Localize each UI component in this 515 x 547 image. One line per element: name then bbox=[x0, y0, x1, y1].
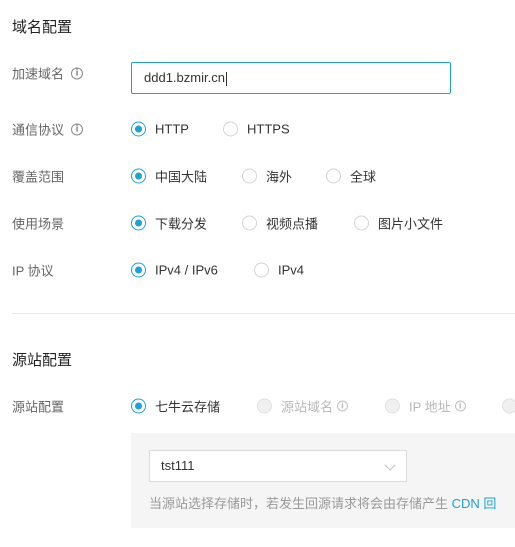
radio-unchecked-icon bbox=[223, 121, 238, 137]
radio-disabled-icon bbox=[257, 398, 272, 414]
storage-hint: 当源站选择存储时，若发生回源请求将会由存储产生 CDN 回 bbox=[149, 496, 497, 511]
radio-unchecked-icon bbox=[254, 262, 269, 278]
radio-unchecked-icon bbox=[242, 168, 257, 184]
radio-checked-icon bbox=[131, 121, 146, 137]
coverage-row: 覆盖范围 中国大陆 海外 全球 bbox=[0, 161, 515, 191]
ip-protocol-row: IP 协议 IPv4 / IPv6 IPv4 bbox=[0, 255, 515, 285]
origin-label: 源站配置 bbox=[12, 399, 65, 415]
radio-mainland-china[interactable]: 中国大陆 bbox=[131, 167, 207, 186]
text-caret bbox=[225, 71, 227, 86]
radio-global[interactable]: 全球 bbox=[326, 167, 376, 186]
radio-https[interactable]: HTTPS bbox=[223, 121, 290, 137]
origin-row: 源站配置 七牛云存储 源站域名 i IP 地址 i bbox=[0, 391, 515, 421]
bucket-select[interactable]: tst111 bbox=[149, 450, 407, 482]
radio-download[interactable]: 下载分发 bbox=[131, 214, 207, 233]
cdn-link[interactable]: CDN 回 bbox=[452, 496, 497, 511]
radio-overseas[interactable]: 海外 bbox=[242, 167, 292, 186]
info-icon[interactable]: i bbox=[71, 67, 84, 79]
radio-disabled-icon bbox=[502, 398, 515, 414]
radio-ip-address: IP 地址 i bbox=[385, 397, 466, 416]
origin-config-title: 源站配置 bbox=[12, 352, 73, 369]
radio-disabled-icon bbox=[385, 398, 400, 414]
radio-checked-icon bbox=[131, 215, 146, 231]
chevron-down-icon bbox=[384, 459, 396, 471]
section-divider bbox=[12, 313, 515, 314]
scenario-label: 使用场景 bbox=[12, 216, 65, 232]
radio-unchecked-icon bbox=[326, 168, 341, 184]
accelerated-domain-input[interactable]: ddd1.bzmir.cn bbox=[131, 62, 451, 94]
radio-qiniu-storage[interactable]: 七牛云存储 bbox=[131, 397, 220, 416]
radio-ipv4[interactable]: IPv4 bbox=[254, 262, 304, 278]
radio-more-option bbox=[502, 398, 515, 414]
radio-http[interactable]: HTTP bbox=[131, 121, 189, 137]
bucket-select-value: tst111 bbox=[161, 458, 195, 473]
ip-protocol-label: IP 协议 bbox=[12, 263, 54, 279]
radio-vod[interactable]: 视频点播 bbox=[242, 214, 318, 233]
coverage-label: 覆盖范围 bbox=[12, 169, 65, 185]
radio-unchecked-icon bbox=[354, 215, 369, 231]
accelerated-domain-label: 加速域名 bbox=[12, 66, 65, 82]
protocol-row: 通信协议 i HTTP HTTPS bbox=[0, 114, 515, 144]
storage-panel: tst111 当源站选择存储时，若发生回源请求将会由存储产生 CDN 回 bbox=[131, 433, 515, 528]
cdn-config-page: 域名配置 加速域名 i ddd1.bzmir.cn 通信协议 i HTTP HT… bbox=[0, 0, 515, 547]
info-icon[interactable]: i bbox=[337, 400, 349, 412]
accelerated-domain-value: ddd1.bzmir.cn bbox=[144, 70, 225, 85]
radio-origin-domain: 源站域名 i bbox=[257, 397, 349, 416]
radio-checked-icon bbox=[131, 262, 146, 278]
info-icon[interactable]: i bbox=[71, 123, 84, 135]
radio-ipv4-ipv6[interactable]: IPv4 / IPv6 bbox=[131, 262, 218, 278]
radio-checked-icon bbox=[131, 398, 146, 414]
protocol-label: 通信协议 bbox=[12, 122, 65, 138]
domain-config-title: 域名配置 bbox=[12, 19, 73, 36]
radio-checked-icon bbox=[131, 168, 146, 184]
info-icon[interactable]: i bbox=[454, 400, 466, 412]
radio-small-images[interactable]: 图片小文件 bbox=[354, 214, 443, 233]
radio-unchecked-icon bbox=[242, 215, 257, 231]
scenario-row: 使用场景 下载分发 视频点播 图片小文件 bbox=[0, 208, 515, 238]
